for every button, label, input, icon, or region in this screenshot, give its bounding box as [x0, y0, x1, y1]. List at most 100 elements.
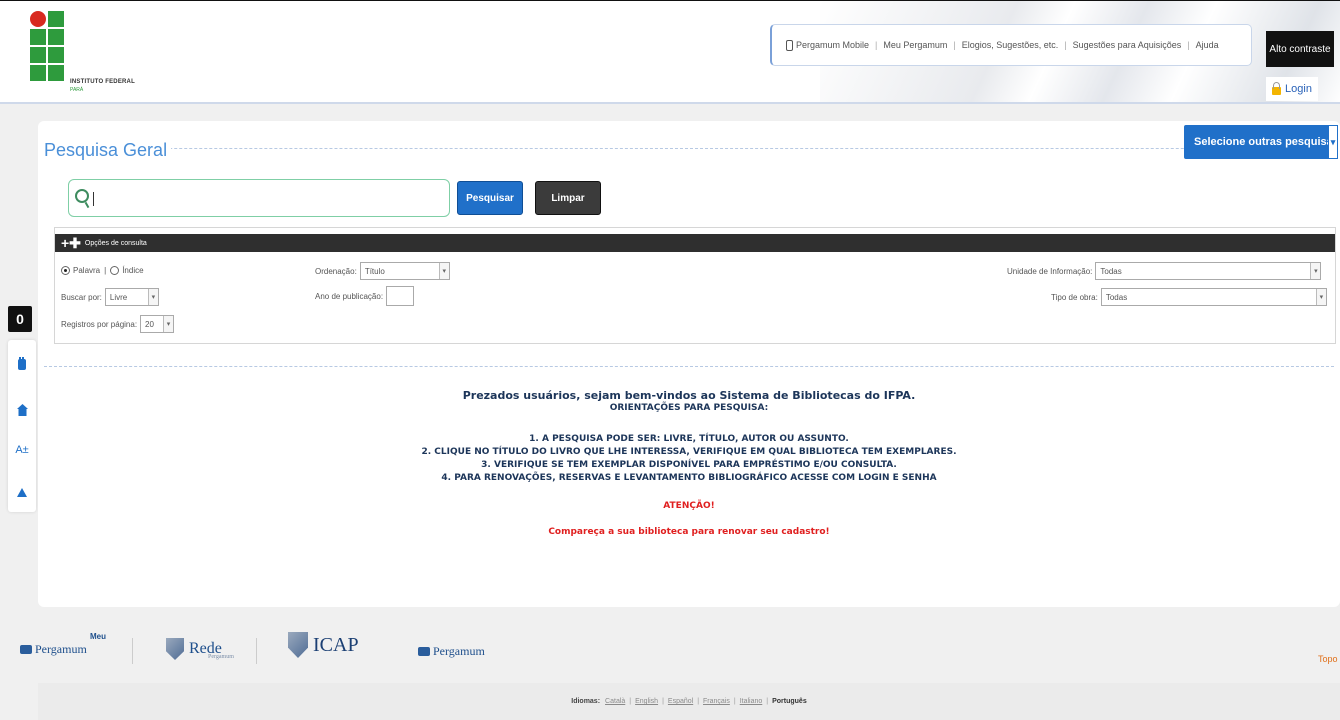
logo-text: ICAP: [313, 633, 359, 656]
options-label: Opções de consulta: [84, 239, 147, 247]
logo-subtext: Pergamum: [208, 654, 234, 660]
other-searches-label: Selecione outras pesquisas: [1194, 136, 1339, 148]
chevron-down-icon: ▾: [147, 289, 158, 305]
guidelines-list: 1. A PESQUISA PODE SER: LIVRE, TÍTULO, A…: [38, 433, 1340, 485]
chevron-down-icon: ▾: [1328, 125, 1338, 159]
languages-label: Idiomas:: [571, 698, 601, 705]
tipo-label: Tipo de obra:: [1051, 292, 1098, 302]
search-options: +✚ Opções de consulta Palavra | Índice O…: [54, 227, 1336, 344]
radio-palavra-label: Palavra: [73, 266, 101, 275]
login-label: Login: [1285, 83, 1312, 95]
plus-icon: +✚: [61, 235, 81, 251]
guideline-item: 2. CLIQUE NO TÍTULO DO LIVRO QUE LHE INT…: [421, 447, 957, 457]
chevron-down-icon: ▾: [438, 263, 449, 279]
language-current-portugues: Português: [772, 698, 807, 705]
home-icon[interactable]: [8, 400, 36, 420]
ordenacao-label: Ordenação:: [315, 266, 357, 276]
guideline-item: 1. A PESQUISA PODE SER: LIVRE, TÍTULO, A…: [529, 434, 849, 444]
radio-indice[interactable]: [110, 266, 120, 275]
chevron-down-icon: ▾: [163, 316, 174, 332]
ordenacao-select[interactable]: Título ▾: [359, 262, 450, 280]
search-input[interactable]: [68, 179, 450, 217]
registros-select[interactable]: 20 ▾: [140, 315, 175, 333]
institution-logo[interactable]: INSTITUTO FEDERAL PARÁ: [30, 11, 150, 93]
search-mode-group: Palavra | Índice: [61, 266, 144, 275]
login-button[interactable]: Login: [1266, 77, 1318, 101]
rede-pergamum-logo[interactable]: Rede Pergamum: [166, 638, 234, 660]
renewal-notice: Compareça a sua biblioteca para renovar …: [548, 527, 830, 537]
tipo-value: Todas: [1105, 292, 1128, 302]
welcome-message: Prezados usuários, sejam bem-vindos ao S…: [38, 389, 1340, 537]
ordenacao-value: Título: [364, 266, 385, 276]
language-link-italiano[interactable]: Italiano: [740, 698, 763, 705]
lock-icon: [1272, 82, 1282, 95]
arrow-up-icon[interactable]: [8, 482, 36, 502]
clear-button[interactable]: Limpar: [535, 181, 601, 215]
high-contrast-button[interactable]: Alto contraste: [1266, 31, 1334, 67]
tipo-field: Tipo de obra: Todas ▾: [1051, 288, 1327, 306]
radio-indice-label: Índice: [122, 266, 144, 275]
logo-red-dot: [30, 11, 46, 27]
dashed-divider: [44, 148, 1334, 149]
partner-logos: Pergamum Meu Rede Pergamum ICAP Pergamum: [0, 630, 1340, 676]
font-size-icon[interactable]: A±: [8, 440, 36, 460]
attention-heading: ATENÇÃO!: [663, 501, 715, 511]
accessibility-zero-button[interactable]: 0: [8, 306, 32, 332]
chevron-down-icon: ▾: [1315, 289, 1326, 305]
nav-sugestoes-aquisicoes[interactable]: Sugestões para Aquisições: [1073, 40, 1182, 50]
pergamum-icon: [418, 647, 430, 656]
welcome-title: Prezados usuários, sejam bem-vindos ao S…: [462, 389, 916, 402]
meu-pergamum-logo[interactable]: Pergamum Meu: [20, 632, 106, 657]
welcome-subtitle: ORIENTAÇÕES PARA PESQUISA:: [609, 403, 769, 413]
ano-field: Ano de publicação:: [315, 286, 415, 306]
accessibility-toolbar: A±: [8, 340, 36, 512]
unidade-label: Unidade de Informação:: [1007, 266, 1093, 276]
tipo-select[interactable]: Todas ▾: [1100, 288, 1327, 306]
mobile-icon: [786, 39, 793, 51]
search-button[interactable]: Pesquisar: [457, 181, 523, 215]
divider: [256, 638, 257, 664]
page-title: Pesquisa Geral: [44, 140, 172, 161]
options-toggle-bar[interactable]: +✚ Opções de consulta: [55, 234, 1335, 252]
language-link-francais[interactable]: Français: [703, 698, 730, 705]
shield-icon: [288, 632, 308, 658]
nav-elogios[interactable]: Elogios, Sugestões, etc.: [962, 40, 1059, 50]
logo-text-top: Meu: [90, 632, 106, 641]
nav-meu-pergamum[interactable]: Meu Pergamum: [883, 40, 947, 50]
search-panel: Pesquisa Geral Selecione outras pesquisa…: [38, 121, 1340, 607]
nav-ajuda[interactable]: Ajuda: [1196, 40, 1219, 50]
libras-icon[interactable]: [8, 354, 36, 374]
guideline-item: 3. VERIFIQUE SE TEM EXEMPLAR DISPONÍVEL …: [481, 460, 897, 470]
radio-palavra[interactable]: [61, 266, 70, 275]
ano-input[interactable]: [386, 286, 415, 306]
nav-pergamum-mobile[interactable]: Pergamum Mobile: [796, 40, 869, 50]
registros-field: Registros por página: 20 ▾: [61, 315, 175, 333]
language-link-catala[interactable]: Català: [605, 698, 625, 705]
search-icon: [75, 189, 89, 203]
page-header: INSTITUTO FEDERAL PARÁ Pergamum Mobile |…: [0, 0, 1340, 104]
top-navigation: Pergamum Mobile | Meu Pergamum | Elogios…: [770, 24, 1252, 66]
language-bar: Idiomas: Català | English | Español | Fr…: [38, 683, 1340, 720]
guideline-item: 4. PARA RENOVAÇÕES, RESERVAS E LEVANTAME…: [441, 473, 937, 483]
shield-icon: [166, 638, 184, 660]
pergamum-icon: [20, 645, 32, 654]
logo-text: Pergamum: [433, 644, 485, 658]
ordenacao-field: Ordenação: Título ▾: [315, 262, 450, 280]
back-to-top-link[interactable]: Topo: [1318, 654, 1338, 664]
buscar-field: Buscar por: Livre ▾: [61, 288, 159, 306]
language-link-espanol[interactable]: Español: [668, 698, 693, 705]
pergamum-logo[interactable]: Pergamum: [418, 644, 485, 659]
language-link-english[interactable]: English: [635, 698, 658, 705]
logo-subtext: PARÁ: [70, 87, 84, 93]
registros-value: 20: [145, 319, 154, 329]
divider: [132, 638, 133, 664]
icap-logo[interactable]: ICAP: [288, 632, 359, 658]
buscar-label: Buscar por:: [61, 292, 102, 302]
logo-text: INSTITUTO FEDERAL: [70, 79, 135, 85]
other-searches-dropdown[interactable]: Selecione outras pesquisas ▾: [1184, 125, 1339, 159]
buscar-value: Livre: [109, 292, 128, 302]
unidade-select[interactable]: Todas ▾: [1095, 262, 1322, 280]
logo-text: Pergamum: [35, 642, 87, 656]
buscar-select[interactable]: Livre ▾: [104, 288, 159, 306]
registros-label: Registros por página:: [61, 319, 138, 329]
